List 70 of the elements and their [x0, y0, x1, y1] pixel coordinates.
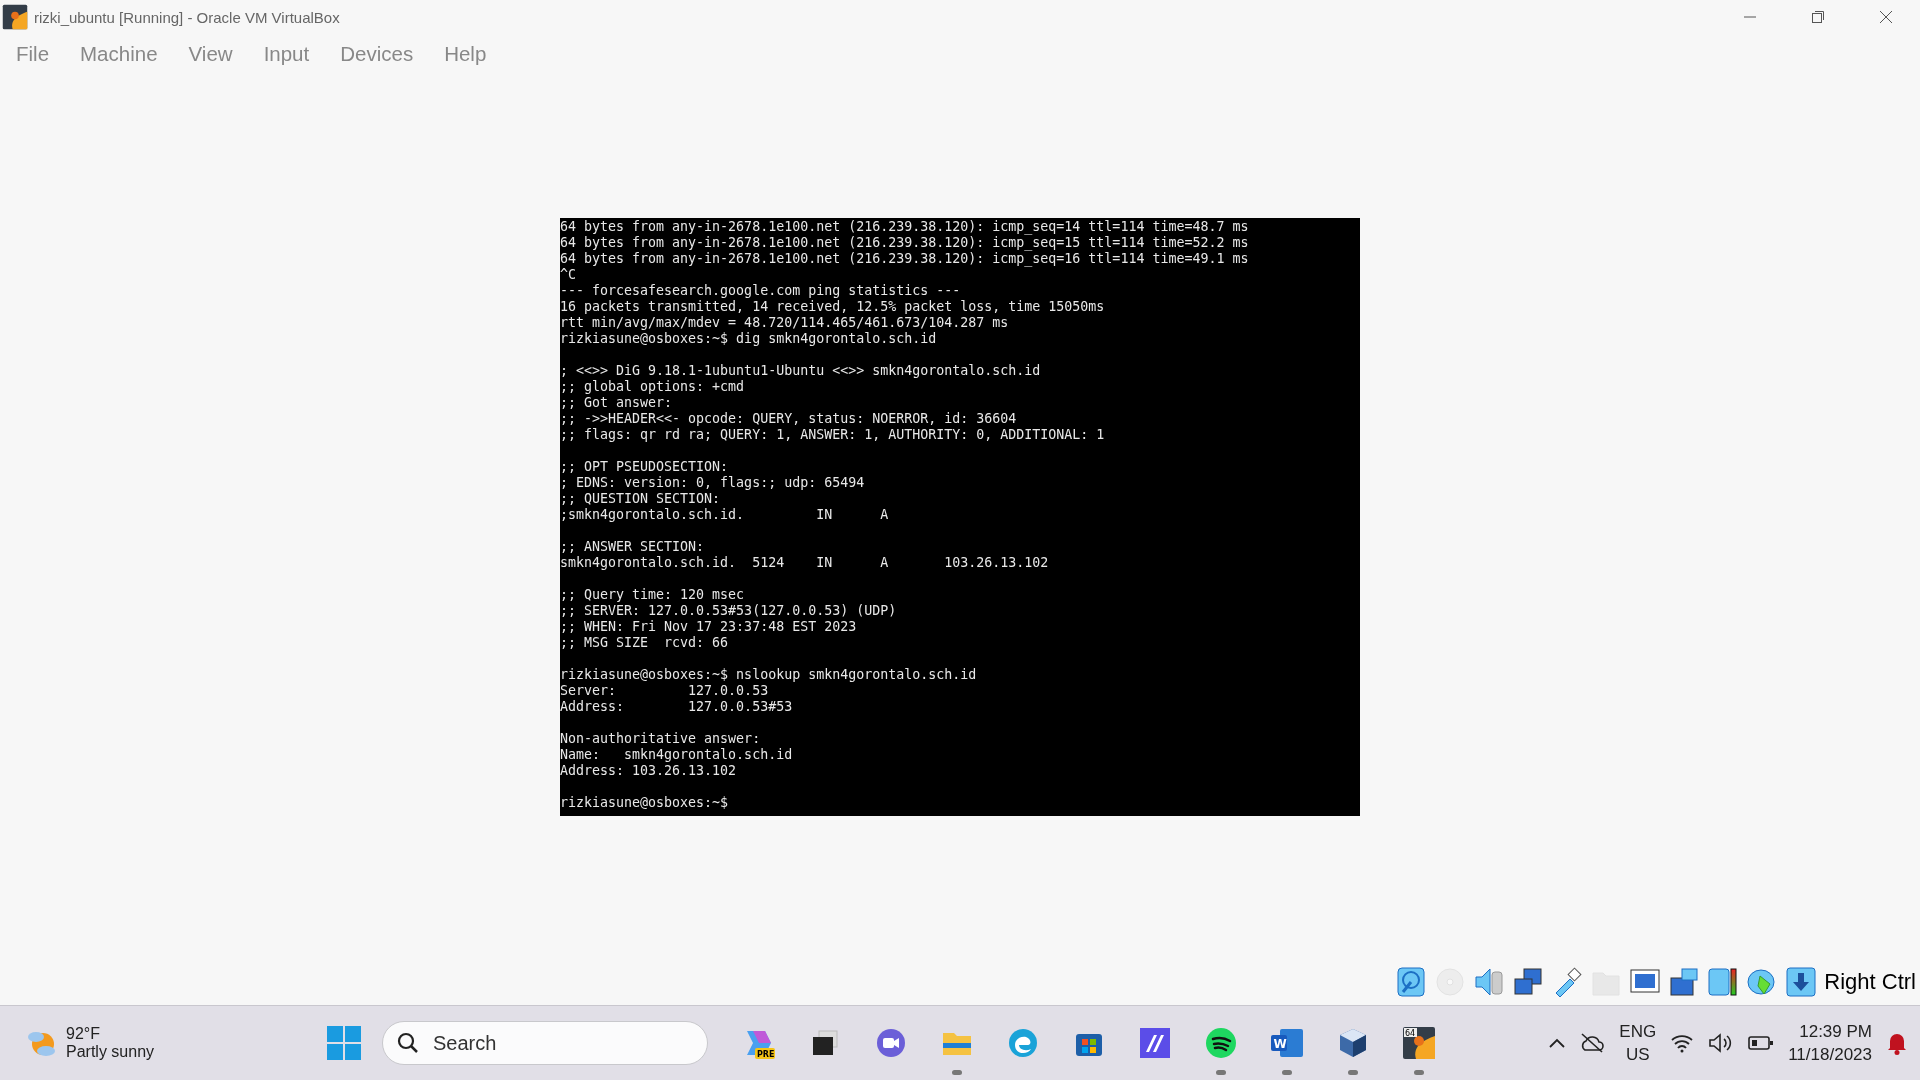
terminal-line: 64 bytes from any-in-2678.1e100.net (216.239.38.120): icmp_seq=16 ttl=114 time=49.1 ms: [560, 250, 1250, 267]
app-logo-icon[interactable]: [1139, 1027, 1171, 1059]
terminal-line: smkn4gorontalo.sch.id. 5124 IN A 103.26.13.102: [560, 554, 1050, 571]
window-title: rizki_ubuntu [Running] - Oracle VM VirtualBox: [34, 8, 341, 26]
terminal-line: Server: 127.0.0.53: [560, 682, 770, 699]
host-key-label: Right Ctrl: [1824, 969, 1916, 995]
terminal-line: ;; flags: qr rd ra; QUERY: 1, ANSWER: 1, AUTHORITY: 0, ADDITIONAL: 1: [560, 426, 1106, 443]
temperature: 92°F: [66, 1025, 101, 1043]
taskbar-app[interactable]: 64: [1386, 1005, 1452, 1080]
terminal-line: Address: 127.0.0.53#53: [560, 698, 794, 715]
browser-icon[interactable]: [1007, 1027, 1039, 1059]
terminal-line: ;; WHEN: Fri Nov 17 23:37:48 EST 2023: [560, 618, 858, 635]
region-code: US: [1625, 1044, 1650, 1066]
battery-icon[interactable]: [1748, 1035, 1775, 1051]
terminal-line: ;; OPT PSEUDOSECTION:: [560, 458, 730, 475]
terminal-line: 16 packets transmitted, 14 received, 12.5% packet loss, time 15050ms: [560, 298, 1106, 315]
taskbar-app[interactable]: W: [1254, 1005, 1320, 1080]
menu-item[interactable]: View: [183, 42, 238, 66]
chevron-up-icon[interactable]: [1549, 1038, 1566, 1048]
cube-icon[interactable]: [1337, 1027, 1369, 1059]
menu-item[interactable]: Help: [439, 42, 492, 66]
terminal-line: ;; ANSWER SECTION:: [560, 538, 706, 555]
terminal-line: ;; QUESTION SECTION:: [560, 490, 722, 507]
menu-item[interactable]: Input: [258, 42, 315, 66]
search-field[interactable]: Search: [431, 1030, 675, 1056]
terminal-line: rizkiasune@osboxes:~$ dig smkn4gorontalo.sch.id: [560, 330, 938, 347]
date-text: 11/18/2023: [1788, 1044, 1872, 1066]
terminal-line: ;; global options: +cmd: [560, 378, 746, 395]
cloud-off-icon[interactable]: [1579, 1032, 1606, 1054]
search-icon: [397, 1032, 419, 1054]
terminal-line: ; <<>> DiG 9.18.1-1ubuntu1-Ubuntu <<>> smkn4gorontalo.sch.id: [560, 362, 1042, 379]
terminal-line: Name: smkn4gorontalo.sch.id: [560, 746, 794, 763]
clock[interactable]: 12:39 PM 11/18/2023: [1788, 1020, 1872, 1066]
weather-condition: Partly sunny: [66, 1043, 155, 1061]
terminal-line: ;; ->>HEADER<<- opcode: QUERY, status: NOERROR, id: 36604: [560, 410, 1018, 427]
terminal-line: ;; MSG SIZE rcvd: 66: [560, 634, 730, 651]
search-box[interactable]: Search: [382, 1021, 708, 1065]
menu-item[interactable]: File: [11, 42, 55, 66]
notification-bell-icon[interactable]: [1886, 1031, 1908, 1055]
start-icon[interactable]: [326, 1025, 362, 1061]
terminal-line: ^C: [560, 266, 577, 283]
virtualbox-icon[interactable]: 64: [1402, 1026, 1436, 1060]
terminal-line: ;; SERVER: 127.0.0.53#53(127.0.0.53) (UDP): [560, 602, 898, 619]
terminal-line: rizkiasune@osboxes:~$ nslookup smkn4gorontalo.sch.id: [560, 666, 978, 683]
terminal-line: ;; Query time: 120 msec: [560, 586, 746, 603]
terminal-line: ;smkn4gorontalo.sch.id. IN A: [560, 506, 890, 523]
language-code: ENG: [1619, 1021, 1657, 1043]
music-app-icon[interactable]: [1205, 1027, 1237, 1059]
terminal-line: Address: 103.26.13.102: [560, 762, 738, 779]
terminal-line: --- forcesafesearch.google.com ping statistics ---: [560, 282, 962, 299]
terminal-line: Non-authoritative answer:: [560, 730, 762, 747]
terminal-line: rtt min/avg/max/mdev = 48.720/114.465/461.673/104.287 ms: [560, 314, 1010, 331]
restore-icon[interactable]: [1811, 10, 1825, 24]
terminal-line: 64 bytes from any-in-2678.1e100.net (216.239.38.120): icmp_seq=15 ttl=114 time=52.2 ms: [560, 234, 1250, 251]
terminal-line: ;; Got answer:: [560, 394, 674, 411]
video-camera-icon[interactable]: [1668, 966, 1701, 998]
terminal-line: ; EDNS: version: 0, flags:; udp: 65494: [560, 474, 866, 491]
network-icon[interactable]: [1512, 966, 1545, 998]
wifi-icon[interactable]: [1670, 1033, 1695, 1053]
terminal-line: rizkiasune@osboxes:~$: [560, 794, 730, 811]
video-chat-icon[interactable]: [875, 1027, 907, 1059]
taskbar-app[interactable]: PRE: [726, 1005, 792, 1080]
close-icon[interactable]: [1879, 10, 1893, 24]
time-text: 12:39 PM: [1799, 1021, 1872, 1043]
terminal-line: 64 bytes from any-in-2678.1e100.net (216.239.38.120): icmp_seq=14 ttl=114 time=48.7 ms: [560, 218, 1250, 235]
virtualbox-icon: [2, 4, 28, 30]
menu-item[interactable]: Devices: [335, 42, 419, 66]
speaker-icon[interactable]: [1473, 966, 1506, 998]
menu-item[interactable]: Machine: [75, 42, 163, 66]
language-indicator[interactable]: ENG US: [1619, 1020, 1657, 1066]
